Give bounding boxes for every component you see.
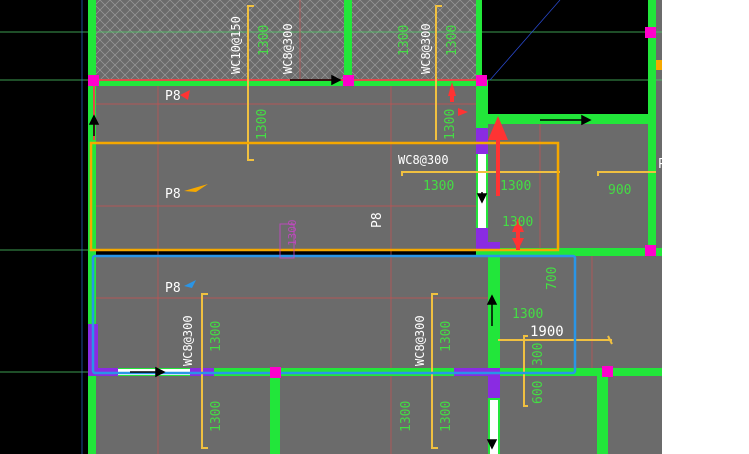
dimension-text: 600	[531, 381, 546, 404]
dimension-text: 1300	[439, 321, 454, 352]
rebar-label: WC10@150	[229, 16, 243, 74]
rebar-label: WC8@300	[181, 315, 195, 366]
slab-name: P8	[165, 281, 181, 296]
dimension-text: 300	[531, 343, 546, 366]
slab-name: P8	[165, 187, 181, 202]
dimension-text: 1300	[209, 401, 224, 432]
grip-node	[645, 27, 656, 38]
dimension-text: 1300	[399, 401, 414, 432]
drawing-canvas[interactable]: WC10@150 WC8@300 WC8@300 WC8@300 WC8@300…	[0, 0, 749, 454]
dimension-text: 1300	[257, 25, 272, 56]
slab-name: P8	[370, 212, 385, 228]
dimension-text: 1300	[443, 109, 458, 140]
dimension-text: 1300	[397, 25, 412, 56]
cad-viewport[interactable]: WC10@150 WC8@300 WC8@300 WC8@300 WC8@300…	[0, 0, 749, 454]
slab-name: P8	[165, 89, 181, 104]
dimension-text: 1300	[445, 25, 460, 56]
dimension-text: 1300	[512, 307, 543, 322]
grip-node	[602, 366, 613, 377]
grip-node	[476, 75, 487, 86]
dimension-text: 1300	[286, 220, 299, 247]
rebar-label: WC8@300	[413, 315, 427, 366]
dimension-text: 900	[608, 183, 631, 198]
grip-node	[270, 367, 281, 378]
blank-margin	[662, 0, 749, 454]
dimension-text: 1300	[439, 401, 454, 432]
grip-node	[88, 75, 99, 86]
rebar-label: WC8@300	[419, 23, 433, 74]
grip-node	[645, 245, 656, 256]
grip-node	[343, 75, 354, 86]
rebar-label: WC8@300	[398, 153, 449, 167]
dimension-text: 1300	[255, 109, 270, 140]
dimension-text: 700	[545, 267, 560, 290]
rebar-label: WC8@300	[281, 23, 295, 74]
dimension-text: 1900	[530, 324, 564, 340]
dimension-text: 1300	[209, 321, 224, 352]
dimension-text: 1300	[502, 215, 533, 230]
slab-name: P8	[658, 157, 674, 172]
dimension-text: 1300	[500, 179, 531, 194]
dimension-text: 1300	[423, 179, 454, 194]
